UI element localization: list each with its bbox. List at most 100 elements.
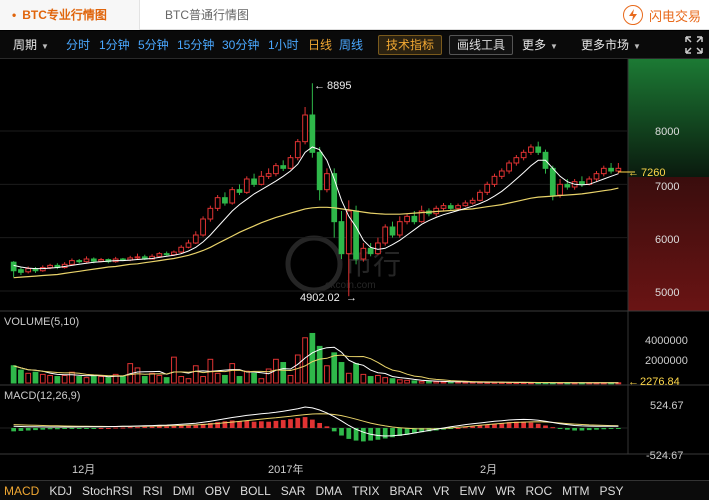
- lightning-icon: [622, 5, 643, 25]
- volume-bar: [404, 379, 410, 384]
- candle-body: [506, 162, 512, 172]
- volume-bar: [163, 377, 170, 384]
- macd-bar: [339, 428, 344, 436]
- macd-bar: [455, 428, 461, 429]
- macd-bar: [135, 427, 140, 429]
- indicator-tab-kdj[interactable]: KDJ: [49, 484, 72, 498]
- candle-body: [440, 205, 447, 209]
- indicator-tab-brar[interactable]: BRAR: [389, 484, 422, 498]
- draw-tools-button[interactable]: 画线工具: [449, 35, 514, 55]
- indicator-tab-emv[interactable]: EMV: [459, 484, 485, 498]
- tab-normal-label: BTC普通行情图: [165, 8, 250, 22]
- candle-body: [404, 215, 410, 223]
- macd-bar: [317, 422, 323, 428]
- more-dropdown[interactable]: 更多 ▼: [522, 31, 558, 59]
- indicator-tab-rsi[interactable]: RSI: [143, 484, 163, 498]
- volume-bar: [134, 367, 141, 384]
- indicator-tab-dmi[interactable]: DMI: [173, 484, 195, 498]
- indicator-tab-psy[interactable]: PSY: [600, 484, 624, 498]
- lightning-trade-button[interactable]: 闪电交易: [622, 3, 701, 27]
- macd-bar: [120, 427, 126, 429]
- candle-body: [222, 197, 228, 204]
- period-1min[interactable]: 1分钟: [99, 31, 130, 59]
- candlestick-series: [10, 83, 622, 297]
- volume-bar: [426, 380, 432, 384]
- period-dropdown[interactable]: 周期 ▼: [13, 31, 49, 59]
- current-price-label: 7260: [641, 167, 665, 179]
- macd-bar: [54, 428, 60, 430]
- more-markets-label: 更多市场: [581, 38, 630, 52]
- macd-title: MACD(12,26,9): [4, 390, 80, 402]
- candle-body: [178, 246, 185, 253]
- macd-bar: [266, 421, 272, 428]
- volume-bar: [324, 365, 330, 384]
- period-daily[interactable]: 日线: [308, 31, 332, 59]
- volume-bar: [440, 381, 447, 384]
- volume-bar: [251, 372, 257, 384]
- candle-body: [389, 226, 396, 236]
- indicator-tab-stochrsi[interactable]: StochRSI: [82, 484, 133, 498]
- candle-body: [360, 247, 367, 260]
- low-annotation: 4902.02 →: [300, 292, 357, 304]
- more-markets-dropdown[interactable]: 更多市场 ▼: [581, 31, 641, 59]
- volume-bar: [141, 376, 148, 384]
- candle-body: [280, 165, 287, 169]
- chart-toolbar: 周期 ▼ 分时 1分钟 5分钟 15分钟 30分钟 1小时 日线 周线 技术指标 …: [0, 31, 709, 59]
- tab-normal-chart[interactable]: BTC普通行情图: [165, 0, 249, 30]
- indicator-tab-roc[interactable]: ROC: [526, 484, 553, 498]
- candle-body: [477, 191, 483, 201]
- indicator-tab-dma[interactable]: DMA: [315, 484, 342, 498]
- candle-body: [338, 221, 345, 255]
- candle-body: [236, 189, 243, 193]
- tab-pro-chart[interactable]: • BTC专业行情图: [0, 0, 140, 30]
- volume-bar: [367, 376, 374, 384]
- indicator-tab-boll[interactable]: BOLL: [240, 484, 271, 498]
- candle-body: [163, 253, 170, 256]
- indicator-tab-sar[interactable]: SAR: [281, 484, 306, 498]
- period-30min[interactable]: 30分钟: [222, 31, 259, 59]
- indicator-tab-vr[interactable]: VR: [433, 484, 450, 498]
- candle-body: [331, 173, 338, 223]
- indicator-tab-obv[interactable]: OBV: [205, 484, 230, 498]
- indicator-tab-wr[interactable]: WR: [496, 484, 516, 498]
- fullscreen-icon[interactable]: [684, 35, 704, 55]
- volume-bar: [338, 362, 345, 384]
- period-weekly[interactable]: 周线: [339, 31, 363, 59]
- indicator-tab-mtm[interactable]: MTM: [562, 484, 589, 498]
- volume-bar: [214, 372, 221, 384]
- svg-text:→: →: [346, 292, 357, 304]
- macd-bar: [113, 427, 119, 429]
- period-1hour[interactable]: 1小时: [268, 31, 299, 59]
- indicator-tab-macd[interactable]: MACD: [4, 484, 39, 498]
- volume-bar: [280, 362, 287, 384]
- x-tick-dec: 12月: [72, 464, 95, 476]
- indicator-tab-trix[interactable]: TRIX: [352, 484, 379, 498]
- candle-body: [484, 183, 491, 193]
- candle-body: [375, 242, 381, 255]
- period-5min[interactable]: 5分钟: [138, 31, 169, 59]
- candle-body: [25, 268, 32, 273]
- volume-bar: [69, 371, 75, 384]
- volume-bar: [302, 337, 308, 384]
- period-timeshare[interactable]: 分时: [66, 31, 90, 59]
- price-tick-5000: 5000: [655, 287, 679, 299]
- volume-bar: [90, 374, 97, 384]
- chart-area[interactable]: 币行 okcoin.com 8000 7000 6000 5000 ← 7260…: [0, 59, 709, 480]
- tech-indicator-button[interactable]: 技术指标: [378, 35, 443, 55]
- macd-bar: [535, 423, 541, 428]
- candle-body: [229, 189, 236, 204]
- macd-bar: [156, 426, 162, 428]
- candle-body: [10, 261, 17, 272]
- period-15min[interactable]: 15分钟: [177, 31, 214, 59]
- volume-bar: [18, 369, 24, 384]
- candle-body: [353, 210, 359, 260]
- candle-body: [90, 258, 97, 262]
- volume-bar: [411, 380, 418, 384]
- macd-bar: [579, 428, 585, 431]
- macd-tick-max: 524.67: [650, 400, 684, 412]
- macd-bar: [33, 428, 38, 431]
- macd-bar: [91, 428, 97, 429]
- candle-body: [520, 151, 527, 159]
- candle-body: [294, 141, 301, 159]
- volume-bar: [32, 371, 39, 384]
